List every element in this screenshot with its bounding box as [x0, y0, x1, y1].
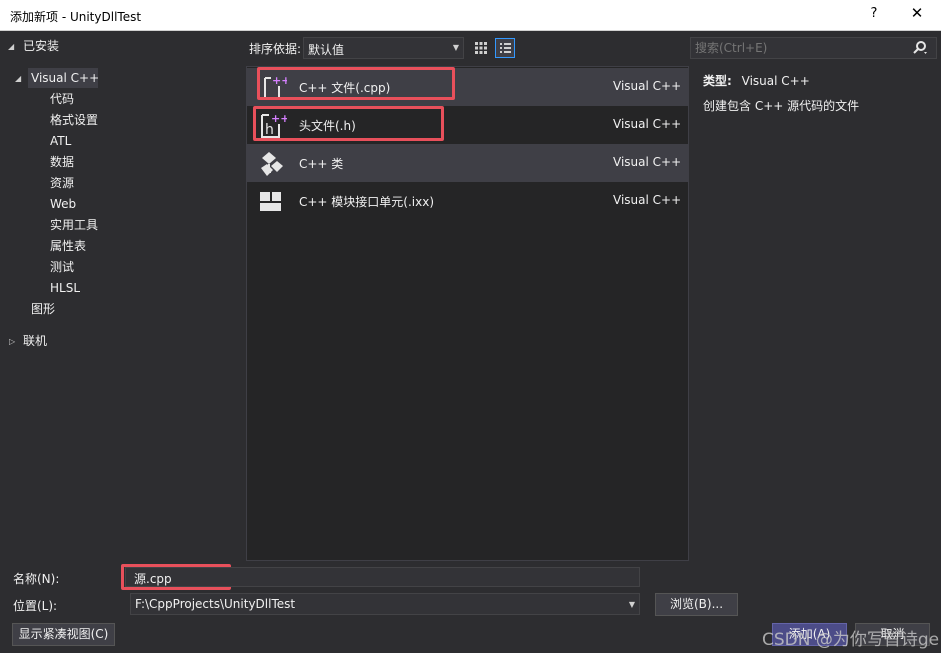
name-label: 名称(N): — [13, 572, 60, 586]
template-language: Visual C++ — [613, 193, 682, 207]
dropdown-arrow-icon[interactable]: ▼ — [629, 600, 635, 609]
template-category-tree: ◢ 已安装 ◢ Visual C++ 代码 格式设置 ATL 数据 资源 Web… — [0, 31, 245, 561]
template-language: Visual C++ — [613, 79, 682, 93]
grid-view-button[interactable] — [471, 38, 491, 58]
tree-node-atl[interactable]: ATL — [50, 131, 71, 152]
template-language: Visual C++ — [613, 155, 682, 169]
list-view-button[interactable] — [495, 38, 515, 58]
template-language: Visual C++ — [613, 117, 682, 131]
tree-node-data[interactable]: 数据 — [50, 152, 74, 173]
title-bar: 添加新项 - UnityDllTest ? ✕ — [0, 0, 941, 31]
template-item-module-interface[interactable]: C++ 模块接口单元(.ixx) Visual C++ — [247, 182, 688, 220]
name-value: 源.cpp — [134, 572, 172, 586]
list-view-icon — [500, 43, 511, 53]
location-value: F:\CppProjects\UnityDllTest — [135, 597, 296, 611]
compact-view-button[interactable]: 显示紧凑视图(C) — [12, 623, 115, 646]
location-field[interactable]: F:\CppProjects\UnityDllTest ▼ — [130, 593, 640, 615]
cpp-class-icon — [257, 148, 287, 178]
tree-node-formatting[interactable]: 格式设置 — [50, 110, 98, 131]
tree-node-hlsl[interactable]: HLSL — [50, 278, 80, 299]
search-box[interactable] — [690, 37, 937, 59]
tree-label-online: 联机 — [23, 334, 48, 348]
browse-button[interactable]: 浏览(B)... — [655, 593, 738, 616]
tree-node-test[interactable]: 测试 — [50, 257, 74, 278]
tree-node-utility[interactable]: 实用工具 — [50, 215, 98, 236]
info-description: 创建包含 C++ 源代码的文件 — [703, 99, 860, 113]
sort-label: 排序依据: — [249, 42, 302, 56]
tree-node-resource[interactable]: 资源 — [50, 173, 74, 194]
info-type-label: 类型: — [703, 74, 732, 88]
tree-node-web[interactable]: Web — [50, 194, 76, 215]
template-item-cpp-class[interactable]: C++ 类 Visual C++ — [247, 144, 688, 182]
grid-view-icon — [475, 42, 487, 54]
info-type-value: Visual C++ — [741, 74, 810, 88]
window-title: 添加新项 - UnityDllTest — [10, 10, 142, 24]
tree-node-code[interactable]: 代码 — [50, 89, 74, 110]
tree-label-installed: 已安装 — [23, 39, 60, 53]
dropdown-arrow-icon: ▼ — [452, 43, 459, 52]
search-input[interactable] — [691, 38, 911, 58]
tree-label-visual-cpp: Visual C++ — [31, 71, 100, 85]
location-label: 位置(L): — [13, 599, 58, 613]
sort-value: 默认值 — [308, 43, 345, 57]
tree-node-property-sheets[interactable]: 属性表 — [50, 236, 86, 257]
expanded-arrow-icon[interactable]: ◢ — [15, 68, 21, 89]
help-button[interactable]: ? — [866, 6, 882, 21]
name-field[interactable]: 源.cpp — [125, 567, 640, 587]
sort-dropdown[interactable]: 默认值 ▼ — [303, 37, 464, 59]
watermark: CSDN @为你写首诗ge — [762, 630, 940, 650]
tree-node-graphics[interactable]: 图形 — [31, 299, 55, 320]
info-type: 类型: Visual C++ — [703, 72, 810, 89]
expanded-arrow-icon[interactable]: ◢ — [8, 36, 14, 57]
template-label: C++ 类 — [299, 157, 344, 171]
template-label: C++ 模块接口单元(.ixx) — [299, 195, 435, 209]
module-interface-icon — [257, 186, 287, 216]
search-icon[interactable] — [912, 40, 928, 59]
highlight-annotation-header — [253, 106, 444, 141]
highlight-annotation-cpp — [257, 67, 455, 100]
close-button[interactable]: ✕ — [907, 4, 927, 22]
collapsed-arrow-icon[interactable]: ▷ — [9, 331, 15, 352]
